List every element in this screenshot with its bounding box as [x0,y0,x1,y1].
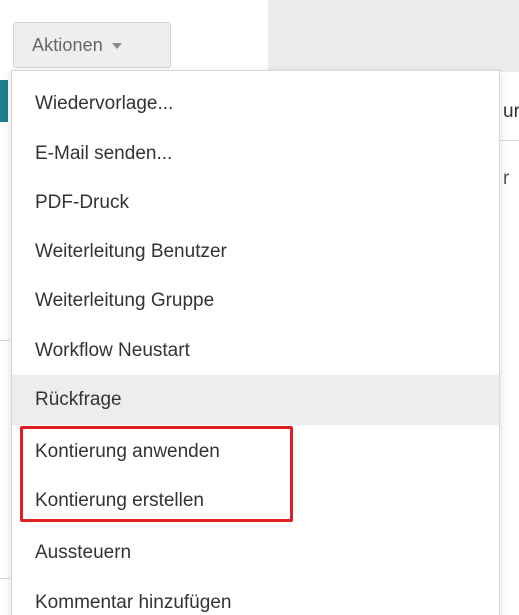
background-text: ur [503,101,519,122]
header-background [268,0,519,72]
page: ur r Aktionen Wiedervorlage... E-Mail se… [0,0,519,615]
divider [0,340,10,341]
menu-item-kontierung-anwenden[interactable]: Kontierung anwenden [12,427,499,477]
menu-item-kontierung-erstellen[interactable]: Kontierung erstellen [12,476,499,526]
menu-item-pdf-druck[interactable]: PDF-Druck [12,178,499,228]
menu-item-weiterleitung-gruppe[interactable]: Weiterleitung Gruppe [12,276,499,326]
menu-item-rueckfrage[interactable]: Rückfrage [12,375,499,425]
content-panel [500,72,519,615]
actions-dropdown-button[interactable]: Aktionen [13,22,171,68]
menu-item-wiedervorlage[interactable]: Wiedervorlage... [12,79,499,129]
menu-item-email-senden[interactable]: E-Mail senden... [12,129,499,179]
divider [0,578,10,579]
menu-item-workflow-neustart[interactable]: Workflow Neustart [12,326,499,376]
background-text: r [503,168,510,189]
menu-item-aussteuern[interactable]: Aussteuern [12,528,499,578]
menu-item-weiterleitung-benutzer[interactable]: Weiterleitung Benutzer [12,227,499,277]
selection-accent-bar [0,80,8,122]
caret-down-icon [111,43,122,49]
content-divider [500,140,519,141]
menu-item-kommentar-hinzufuegen[interactable]: Kommentar hinzufügen [12,578,499,615]
actions-button-label: Aktionen [32,34,103,55]
actions-dropdown-menu: Wiedervorlage... E-Mail senden... PDF-Dr… [11,70,500,615]
